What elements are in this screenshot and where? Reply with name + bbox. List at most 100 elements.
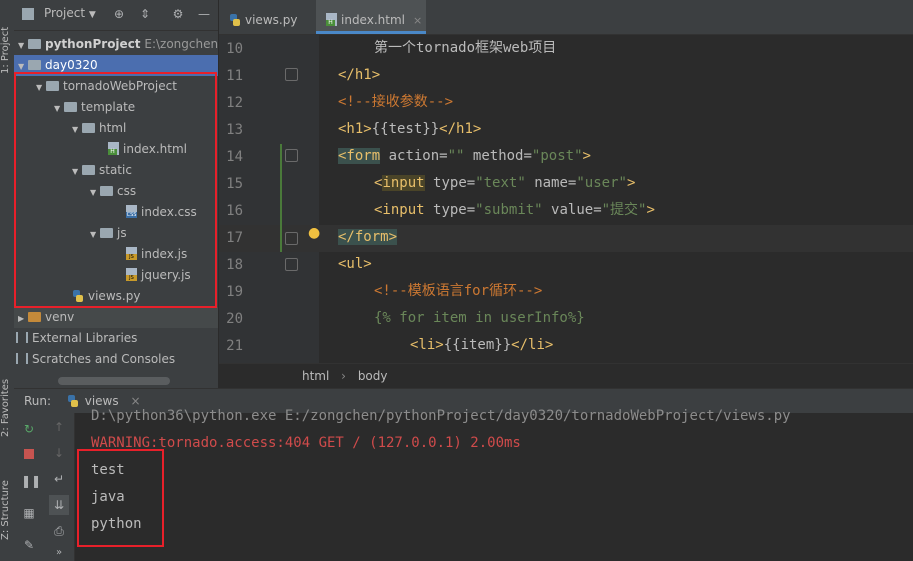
code-line: <input type="text" name="user"> (374, 170, 635, 197)
code-token: {{item}} (443, 337, 512, 353)
tab-views-py[interactable]: views.py (219, 0, 316, 34)
minimize-icon[interactable]: — (196, 6, 212, 22)
line-number: 11 (226, 68, 243, 84)
tree-item-label: day0320 (45, 58, 98, 72)
tab-index-html[interactable]: index.html × (316, 0, 426, 34)
code-token: {{test}} (371, 121, 440, 137)
code-token: type= (433, 202, 476, 218)
code-line: </form> (338, 224, 398, 251)
tree-item-label: External Libraries (32, 331, 138, 345)
breadcrumb: html › body (219, 363, 913, 389)
project-view-dropdown[interactable]: Project ▼ (44, 6, 96, 20)
tree-item-venv[interactable]: ▶ venv (14, 307, 218, 328)
project-view-icon (22, 8, 34, 20)
code-token: "user" (576, 175, 627, 191)
scratches-icon (16, 353, 28, 364)
structure-tool-tab[interactable]: Z: Structure (0, 470, 14, 550)
fold-icon[interactable] (285, 232, 298, 245)
pause-icon[interactable]: ❚❚ (21, 473, 41, 489)
code-token: input (382, 175, 425, 191)
run-label: Run: (24, 394, 52, 408)
python-file-icon (229, 2, 241, 26)
lightbulb-icon[interactable]: ● (308, 225, 320, 241)
tree-item-label: venv (45, 310, 75, 324)
code-token: type= (433, 175, 476, 191)
highlight-box-project-tree (14, 72, 217, 308)
code-token: </h1> (439, 121, 482, 137)
code-token: value= (551, 202, 602, 218)
up-arrow-icon[interactable]: ↑ (51, 419, 67, 435)
breadcrumb-separator: › (341, 369, 346, 383)
fold-icon[interactable] (285, 149, 298, 162)
collapse-all-icon[interactable]: ⇕ (137, 6, 153, 22)
code-token: <form (338, 148, 381, 164)
code-line: <ul> (338, 256, 372, 272)
down-arrow-icon[interactable]: ↓ (51, 445, 67, 461)
code-line: {% for item in userInfo%} (374, 310, 585, 326)
code-line: <li>{{item}}</li> (410, 332, 553, 359)
fold-icon[interactable] (285, 68, 298, 81)
tree-item-external-libraries[interactable]: External Libraries (14, 328, 218, 349)
highlight-box-console-output (77, 449, 164, 547)
code-token: "提交" (601, 202, 647, 218)
editor-tab-bar: views.py index.html × (219, 0, 913, 35)
code-token: "post" (531, 148, 583, 164)
code-line: </h1> (338, 67, 381, 83)
breadcrumb-item-body[interactable]: body (358, 369, 388, 383)
code-token: </li> (511, 337, 554, 353)
favorites-tool-tab[interactable]: 2: Favorites (0, 368, 14, 448)
project-panel: Project ▼ ⊕ ⇕ ⚙ — ▼ pythonProject E:\zong… (14, 0, 219, 388)
rerun-icon[interactable]: ↻ (21, 421, 37, 437)
left-tool-strip: 1: Project 2: Favorites Z: Structure (0, 0, 15, 561)
scroll-to-end-icon[interactable]: ⇊ (49, 495, 69, 515)
line-number: 19 (226, 284, 243, 300)
python-file-icon (67, 391, 81, 407)
pin-icon[interactable]: ✎ (21, 537, 37, 553)
project-view-label: Project (44, 6, 86, 20)
print-icon[interactable]: ⎙ (51, 523, 67, 539)
line-number: 14 (226, 149, 243, 165)
code-token: action= (388, 148, 448, 164)
code-line: <h1>{{test}}</h1> (338, 116, 481, 143)
close-icon[interactable]: × (413, 14, 422, 27)
line-number: 13 (226, 122, 243, 138)
run-toolbar-left: ↻ ❚❚ ▦ ✎ (14, 413, 44, 561)
layout-icon[interactable]: ▦ (21, 505, 37, 521)
code-line: <!--接收参数--> (338, 94, 454, 110)
folder-icon (28, 60, 41, 70)
more-icon[interactable]: » (51, 545, 67, 561)
code-token: "text" (475, 175, 526, 191)
soft-wrap-icon[interactable]: ↵ (51, 471, 67, 487)
folder-icon (28, 39, 41, 49)
code-token: > (626, 175, 636, 191)
line-number: 12 (226, 95, 243, 111)
code-line: <!--模板语言for循环--> (374, 283, 543, 299)
stop-icon[interactable] (21, 447, 37, 463)
line-number: 18 (226, 257, 243, 273)
project-toolbar: Project ▼ ⊕ ⇕ ⚙ — (14, 0, 218, 31)
code-token: "submit" (475, 202, 543, 218)
tree-item-pythonproject[interactable]: ▼ pythonProject E:\zongchen\py (14, 34, 218, 55)
tree-item-label: Scratches and Consoles (32, 352, 176, 366)
code-token: <h1> (338, 121, 372, 137)
tab-label: index.html (341, 13, 405, 27)
locate-icon[interactable]: ⊕ (111, 6, 127, 22)
project-tool-tab[interactable]: 1: Project (0, 10, 14, 90)
breadcrumb-item-html[interactable]: html (302, 369, 329, 383)
expand-arrow-icon[interactable]: ▶ (18, 308, 28, 329)
line-number: 21 (226, 338, 243, 354)
chevron-down-icon: ▼ (88, 10, 96, 20)
code-token: name= (534, 175, 577, 191)
gear-icon[interactable]: ⚙ (170, 6, 186, 22)
expand-arrow-icon[interactable]: ▼ (18, 35, 28, 56)
fold-icon[interactable] (285, 258, 298, 271)
code-line: <input type="submit" value="提交"> (374, 197, 655, 224)
tree-item-scratches[interactable]: Scratches and Consoles (14, 349, 218, 370)
horizontal-scrollbar[interactable] (58, 377, 170, 385)
tree-item-label: pythonProject (45, 37, 141, 51)
tab-label: views.py (245, 13, 298, 27)
code-line: <form action="" method="post"> (338, 143, 591, 170)
code-line: 第一个tornado框架web项目 (374, 40, 557, 56)
code-token: > (646, 202, 655, 218)
code-token: </form> (338, 229, 398, 245)
